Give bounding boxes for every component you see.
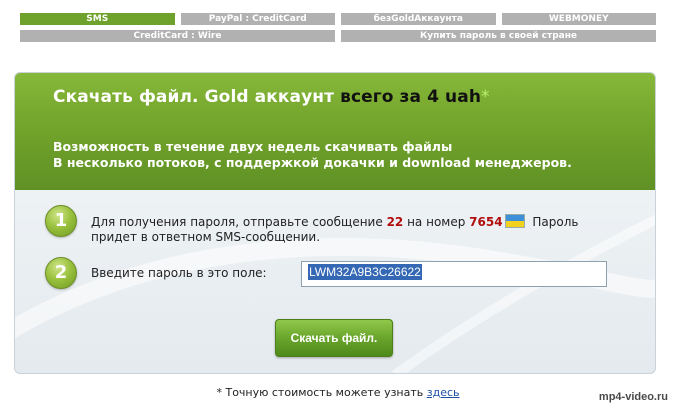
- banner-title-asterisk: *: [481, 87, 490, 107]
- sms-phone-number: 7654: [469, 215, 503, 229]
- step-2: 2 Введите пароль в это поле:: [45, 257, 267, 289]
- tab-row-1: SMS PayPal : CreditCard безGoldАккаунта …: [20, 13, 656, 25]
- footnote: * Точную стоимость можете узнать здесь: [0, 386, 676, 399]
- tab-without-gold[interactable]: безGoldАккаунта: [341, 13, 496, 25]
- payment-tabs: SMS PayPal : CreditCard безGoldАккаунта …: [20, 13, 656, 47]
- step-2-number-badge: 2: [45, 257, 77, 289]
- step-1: 1 Для получения пароля, отправьте сообще…: [45, 205, 611, 245]
- step-1-text-a: Для получения пароля, отправьте сообщени…: [91, 215, 387, 229]
- tab-buy-in-your-country[interactable]: Купить пароль в своей стране: [341, 30, 656, 42]
- price-details-link[interactable]: здесь: [427, 386, 460, 399]
- banner-title-main: Скачать файл. Gold аккаунт: [53, 87, 341, 107]
- banner-title: Скачать файл. Gold аккаунт всего за 4 ua…: [53, 87, 655, 107]
- gold-account-panel: Скачать файл. Gold аккаунт всего за 4 ua…: [14, 72, 656, 374]
- password-input[interactable]: LWM32A9B3C26622: [301, 261, 607, 287]
- tab-webmoney[interactable]: WEBMONEY: [501, 13, 656, 25]
- banner-description: Возможность в течение двух недель скачив…: [53, 139, 655, 171]
- banner-desc-line-2: В несколько потоков, с поддержкой докачк…: [53, 155, 572, 170]
- step-1-number-badge: 1: [45, 205, 77, 237]
- banner-title-price: всего за 4 uah: [340, 87, 482, 107]
- step-1-instructions: Для получения пароля, отправьте сообщени…: [91, 214, 611, 245]
- banner-desc-line-1: Возможность в течение двух недель скачив…: [53, 139, 453, 154]
- offer-banner: Скачать файл. Gold аккаунт всего за 4 ua…: [15, 73, 655, 190]
- tab-sms[interactable]: SMS: [20, 13, 175, 25]
- tab-row-2: CreditCard : Wire Купить пароль в своей …: [20, 30, 656, 42]
- ukraine-flag-icon: [504, 214, 525, 228]
- footnote-text: * Точную стоимость можете узнать: [216, 386, 427, 399]
- sms-code: 22: [386, 215, 404, 229]
- site-watermark: mp4-video.ru: [598, 391, 668, 403]
- tab-paypal-creditcard[interactable]: PayPal : CreditCard: [180, 13, 335, 25]
- step-2-label: Введите пароль в это поле:: [91, 266, 267, 280]
- tab-creditcard-wire[interactable]: CreditCard : Wire: [20, 30, 335, 42]
- password-input-value: LWM32A9B3C26622: [308, 264, 422, 280]
- download-file-button[interactable]: Скачать файл.: [275, 319, 393, 357]
- step-1-text-b: на номер: [403, 215, 470, 229]
